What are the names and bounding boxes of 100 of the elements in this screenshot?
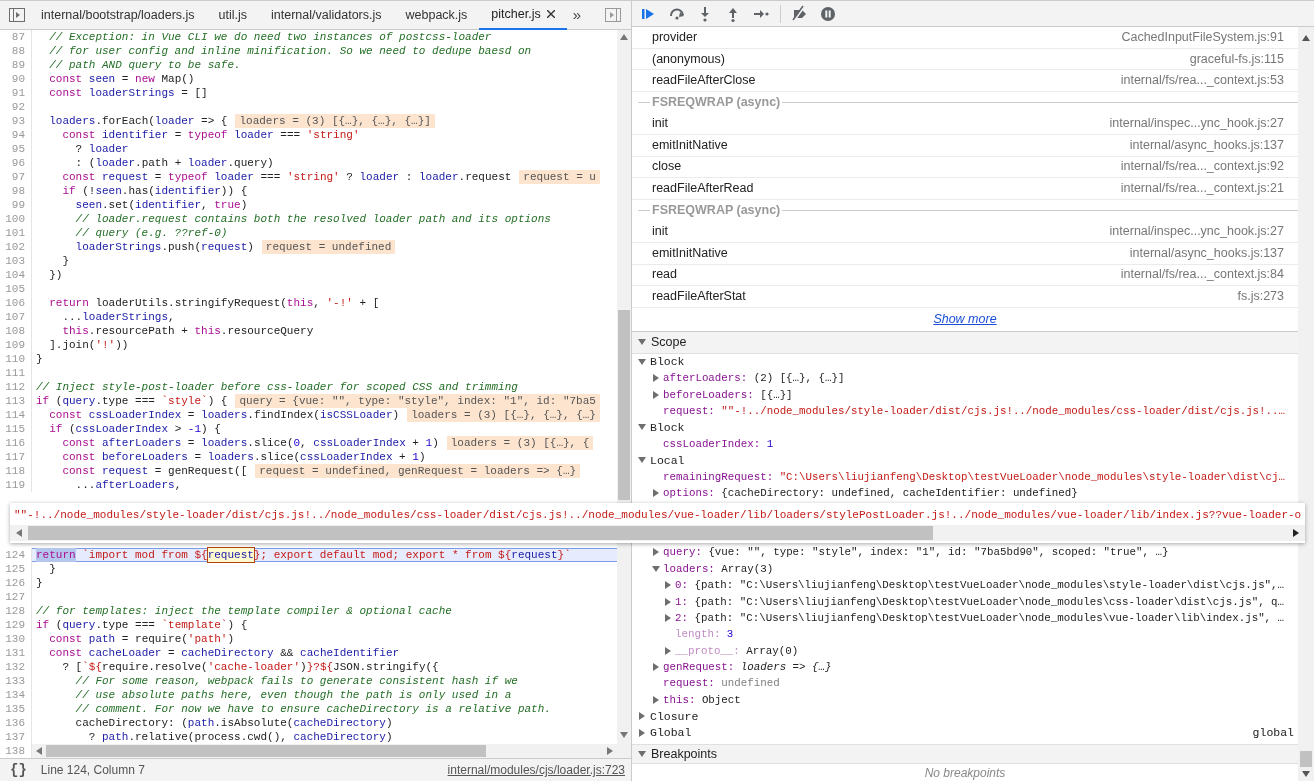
code-line: const cssLoaderIndex = loaders.findIndex(isCSSLoader) xyxy=(48,408,400,422)
line-number: 118 xyxy=(0,464,32,478)
call-frame[interactable]: readFileAfterClose internal/fs/rea..._context.js:53 xyxy=(632,70,1298,92)
collapsed-arrow-icon[interactable] xyxy=(652,695,660,704)
line-number: 136 xyxy=(0,716,32,730)
debugger-toggle-icon[interactable] xyxy=(605,8,621,22)
expanded-arrow-icon[interactable] xyxy=(638,338,646,347)
more-tabs-button[interactable]: » xyxy=(566,3,588,27)
popover-value: ""-!../node_modules/style-loader/dist/cjs.js!../node_modules/css-loader/dist/cjs.js!../node_modules/vue-loader/lib/loaders/stylePostLoader.js!../node_modules/vue-loader/lib/index.js??vue-loader-o xyxy=(13,508,1303,523)
collapsed-arrow-icon[interactable] xyxy=(652,374,660,383)
collapsed-arrow-icon[interactable] xyxy=(652,663,660,672)
scroll-up-icon[interactable] xyxy=(620,34,628,40)
collapsed-arrow-icon[interactable] xyxy=(664,614,672,622)
scroll-thumb[interactable] xyxy=(618,310,630,500)
frame-name: emitInitNative xyxy=(652,136,728,154)
frame-location: fs.js:273 xyxy=(1237,288,1284,306)
line-number: 116 xyxy=(0,436,32,450)
collapsed-arrow-icon[interactable] xyxy=(664,597,672,606)
line-number: 88 xyxy=(0,44,32,58)
pretty-print-button[interactable]: {} xyxy=(10,759,27,781)
expanded-arrow-icon[interactable] xyxy=(638,357,646,366)
scope-group[interactable]: Local xyxy=(650,451,685,469)
code-line: ? loader xyxy=(74,142,129,156)
async-separator: FSREQWRAP (async) xyxy=(651,94,782,112)
file-tab[interactable]: webpack.js xyxy=(393,0,480,30)
scope-group[interactable]: Global xyxy=(650,724,692,742)
collapsed-arrow-icon[interactable] xyxy=(664,646,672,655)
line-number: 132 xyxy=(0,660,32,674)
scroll-up-icon[interactable] xyxy=(1302,35,1310,41)
line-number: 129 xyxy=(0,618,32,632)
scroll-thumb[interactable] xyxy=(28,526,933,540)
line-number: 126 xyxy=(0,576,32,590)
scroll-thumb[interactable] xyxy=(46,745,486,757)
code-line: seen.set(identifier, true) xyxy=(74,198,248,212)
call-frame[interactable]: (anonymous) graceful-fs.js:115 xyxy=(632,48,1298,71)
scope-group[interactable]: Closure xyxy=(650,707,699,725)
scope-group[interactable]: Block xyxy=(650,418,685,437)
scope-variable: query: {vue: "", type: "style", index: "1", id: "7ba5bd90", scoped: "true", …} xyxy=(663,545,1169,561)
scope-variable: genRequest: loaders => {…} xyxy=(663,660,832,676)
file-tab[interactable]: pitcher.js xyxy=(479,0,567,30)
scope-variable: length: 3 xyxy=(675,627,734,643)
navigator-toggle-icon[interactable] xyxy=(9,8,25,22)
code-line: const request = typeof loader === 'string' ? loader : loader.request xyxy=(61,170,512,184)
call-frame[interactable]: readFileAfterStat fs.js:273 xyxy=(632,286,1298,308)
scroll-left-icon[interactable] xyxy=(16,529,22,537)
scope-group[interactable]: Block xyxy=(650,353,685,371)
file-tab[interactable]: util.js xyxy=(206,0,260,30)
code-line: const identifier = typeof loader === 'string' xyxy=(61,128,360,142)
scope-variable: request: ""-!../node_modules/style-loader/dist/cjs.js!../node_modules/css-loader/dist/cjs.js!..… xyxy=(663,404,1286,419)
code-line: // path AND query to be safe. xyxy=(48,58,241,72)
pause-on-exceptions-icon[interactable] xyxy=(819,4,837,23)
line-number: 130 xyxy=(0,632,32,646)
call-frame[interactable]: close internal/fs/rea..._context.js:92 xyxy=(632,156,1298,179)
expanded-arrow-icon[interactable] xyxy=(652,564,660,573)
code-line: const cacheLoader = cacheDirectory && cacheIdentifier xyxy=(48,646,400,660)
line-number: 103 xyxy=(0,254,32,268)
line-number: 94 xyxy=(0,128,32,142)
line-number: 112 xyxy=(0,380,32,394)
call-frame[interactable]: init internal/inspec...ync_hook.js:27 xyxy=(632,113,1298,135)
code-line: // for templates: inject the template compiler & optional cache xyxy=(35,604,452,618)
close-icon[interactable] xyxy=(546,10,555,18)
collapsed-arrow-icon[interactable] xyxy=(652,390,660,399)
code-line: // comment. For now we have to ensure cacheDirectory is a relative path. xyxy=(74,702,551,716)
section-header[interactable]: Breakpoints xyxy=(632,743,1298,764)
scope-variable: loaders: Array(3) xyxy=(663,561,774,577)
scroll-down-icon[interactable] xyxy=(1302,771,1310,777)
expanded-arrow-icon[interactable] xyxy=(638,423,646,432)
collapsed-arrow-icon[interactable] xyxy=(652,489,660,498)
call-frame[interactable]: provider CachedInputFileSystem.js:91 xyxy=(632,27,1298,49)
expanded-arrow-icon[interactable] xyxy=(638,456,646,465)
section-header[interactable]: Scope xyxy=(632,331,1298,354)
scroll-down-icon[interactable] xyxy=(620,732,628,738)
collapsed-arrow-icon[interactable] xyxy=(664,581,672,590)
collapsed-arrow-icon[interactable] xyxy=(652,548,660,557)
line-number: 105 xyxy=(0,282,32,296)
horizontal-scrollbar[interactable] xyxy=(32,744,617,758)
show-more-link[interactable]: Show more xyxy=(933,309,997,329)
code-line: ? path.relative(process.cwd(), cacheDirectory) xyxy=(87,730,393,744)
scroll-left-icon[interactable] xyxy=(36,747,42,755)
call-frame[interactable]: read internal/fs/rea..._context.js:84 xyxy=(632,264,1298,287)
code-line: this.resourcePath + this.resourceQuery xyxy=(61,324,314,338)
line-number: 98 xyxy=(0,184,32,198)
expanded-arrow-icon[interactable] xyxy=(638,749,646,758)
deactivate-breakpoints-icon[interactable] xyxy=(791,4,809,23)
frame-location: internal/inspec...ync_hook.js:27 xyxy=(1109,115,1284,133)
file-tab[interactable]: internal/validators.js xyxy=(259,0,394,30)
scroll-thumb[interactable] xyxy=(1300,751,1312,767)
scope-variable: 1: {path: "C:\Users\liujianfeng\Desktop\testVueLoader\node_modules\css-loader\dist\cjs.js", q… xyxy=(675,594,1285,610)
line-number: 93 xyxy=(0,114,32,128)
source-link[interactable]: internal/modules/cjs/loader.js:723 xyxy=(447,761,625,779)
collapsed-arrow-icon[interactable] xyxy=(638,728,646,737)
call-frame[interactable]: emitInitNative internal/async_hooks.js:137 xyxy=(632,242,1298,265)
file-tab[interactable]: internal/bootstrap/loaders.js xyxy=(29,0,207,30)
call-frame[interactable]: emitInitNative internal/async_hooks.js:137 xyxy=(632,134,1298,157)
call-frame[interactable]: readFileAfterRead internal/fs/rea..._context.js:21 xyxy=(632,178,1298,200)
call-frame[interactable]: init internal/inspec...ync_hook.js:27 xyxy=(632,221,1298,243)
inline-value: loaders = (3) [{…}, { xyxy=(446,436,594,450)
popover-scrollbar[interactable] xyxy=(10,525,1305,541)
collapsed-arrow-icon[interactable] xyxy=(638,712,646,721)
line-number: 133 xyxy=(0,674,32,688)
